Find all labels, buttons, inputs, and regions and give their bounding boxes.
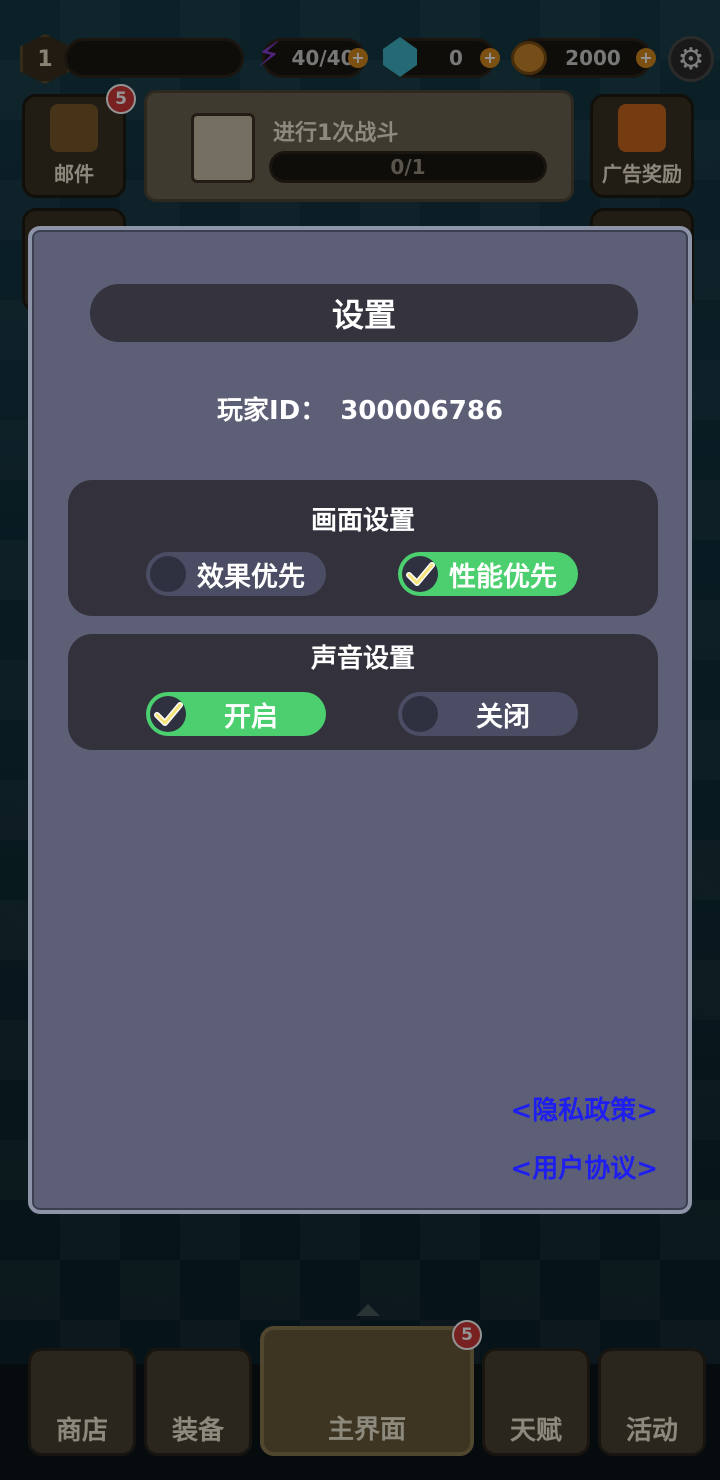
sound-option-on-label: 开启 (224, 701, 278, 733)
privacy-policy-link[interactable]: <隐私政策> (510, 1090, 658, 1127)
graphics-option-performance-label: 性能优先 (449, 561, 557, 593)
sound-settings-section: 声音设置 开启 关闭 (68, 634, 658, 750)
graphics-settings-section: 画面设置 效果优先 性能优先 (68, 480, 658, 616)
player-id-value: 300006786 (340, 396, 504, 426)
graphics-option-effect-label: 效果优先 (197, 561, 305, 593)
settings-title-bar: 设置 (90, 284, 638, 342)
graphics-option-effect[interactable]: 效果优先 (146, 552, 326, 596)
player-id-row: 玩家ID： 300006786 (32, 390, 688, 427)
settings-title: 设置 (331, 296, 396, 334)
radio-empty-icon (402, 696, 438, 732)
user-agreement-link[interactable]: <用户协议> (510, 1148, 658, 1185)
sound-settings-title: 声音设置 (310, 644, 415, 674)
checkmark-icon (150, 696, 186, 732)
radio-empty-icon (150, 556, 186, 592)
sound-option-off-label: 关闭 (476, 701, 530, 733)
player-id-label: 玩家ID： (216, 396, 327, 426)
checkmark-icon (402, 556, 438, 592)
graphics-settings-title: 画面设置 (310, 506, 415, 536)
sound-option-off[interactable]: 关闭 (398, 692, 578, 736)
sound-option-on[interactable]: 开启 (146, 692, 326, 736)
settings-modal: 设置 玩家ID： 300006786 画面设置 效果优先 性能优先 声音设置 开… (28, 226, 692, 1214)
graphics-option-performance[interactable]: 性能优先 (398, 552, 578, 596)
